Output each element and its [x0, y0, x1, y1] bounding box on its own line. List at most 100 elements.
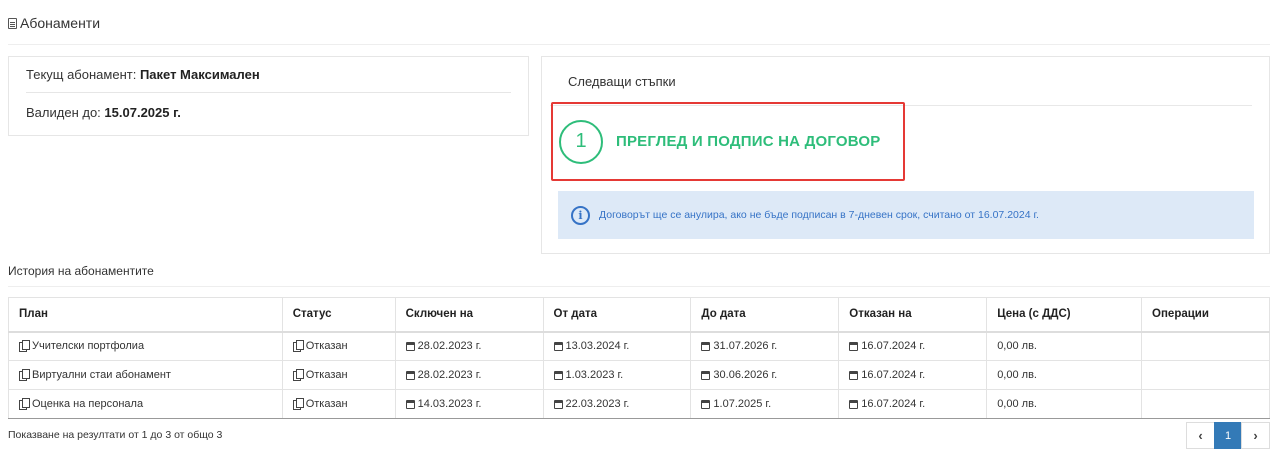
column-header-from[interactable]: От дата [542, 297, 692, 333]
cell-price: 0,00 лв. [986, 360, 1143, 390]
cell-status: Отказан [281, 389, 396, 419]
table-row: Учителски портфолиа Отказан 28.02.2023 г… [8, 331, 1270, 361]
cell-from: 13.03.2024 г. [542, 331, 692, 361]
cell-status: Отказан [281, 360, 396, 390]
current-subscription-panel: Текущ абонамент: Пакет Максимален Валиде… [8, 56, 529, 136]
cell-signed: 14.03.2023 г. [394, 389, 544, 419]
cell-operations [1141, 360, 1270, 390]
copy-icon [19, 398, 30, 410]
step-number-circle: 1 [559, 119, 603, 164]
step-review-sign-contract[interactable]: 1 ПРЕГЛЕД И ПОДПИС НА ДОГОВОР [551, 102, 905, 181]
results-summary: Показване на резултати от 1 до 3 от общо… [8, 429, 223, 441]
cell-signed: 28.02.2023 г. [394, 331, 544, 361]
pagination-page-1[interactable]: 1 [1214, 422, 1242, 449]
copy-icon [19, 340, 30, 353]
cell-plan-text: Учителски портфолиа [32, 340, 145, 353]
column-header-price[interactable]: Цена (с ДДС) [986, 297, 1143, 333]
cell-status: Отказан [281, 331, 396, 361]
cell-to-text: 31.07.2026 г. [713, 340, 778, 353]
valid-until-row: Валиден до: 15.07.2025 г. [26, 105, 181, 120]
cell-operations [1141, 331, 1270, 361]
calendar-icon [701, 342, 711, 352]
cell-cancelled-text: 16.07.2024 г. [861, 340, 926, 353]
history-title: История на абонаментите [8, 264, 154, 278]
calendar-icon [405, 342, 415, 352]
cell-plan-text: Оценка на персонала [32, 398, 144, 410]
cell-status-text: Отказан [305, 340, 348, 353]
cell-status-text: Отказан [305, 369, 348, 381]
copy-icon [292, 398, 304, 410]
cell-cancelled-text: 16.07.2024 г. [861, 369, 926, 381]
table-row: Виртуални стаи абонамент Отказан 28.02.2… [8, 360, 1270, 390]
column-header-cancelled[interactable]: Отказан на [838, 297, 988, 333]
cell-from-text: 1.03.2023 г. [565, 369, 624, 381]
valid-until-label: Валиден до: [26, 105, 101, 120]
cell-from: 22.03.2023 г. [542, 389, 692, 419]
current-plan-label: Текущ абонамент: [26, 67, 137, 82]
column-header-status[interactable]: Статус [281, 297, 396, 333]
info-icon: i [571, 205, 590, 225]
cell-operations [1141, 389, 1270, 419]
current-plan-name: Пакет Максимален [139, 67, 260, 82]
table-header-row: План Статус Сключен на От дата До дата О… [8, 297, 1270, 333]
header-divider [8, 44, 1270, 45]
history-divider [8, 286, 1270, 287]
cell-from-text: 22.03.2023 г. [565, 398, 630, 410]
table-row: Оценка на персонала Отказан 14.03.2023 г… [8, 389, 1270, 419]
cell-signed-text: 14.03.2023 г. [417, 398, 482, 410]
calendar-icon [701, 371, 711, 380]
calendar-icon [553, 371, 563, 380]
step-label: ПРЕГЛЕД И ПОДПИС НА ДОГОВОР [616, 133, 881, 150]
calendar-icon [553, 400, 563, 409]
cell-to: 31.07.2026 г. [690, 331, 840, 361]
calendar-icon [553, 342, 563, 352]
cell-cancelled: 16.07.2024 г. [838, 360, 988, 390]
cell-from: 1.03.2023 г. [542, 360, 692, 390]
cell-to-text: 30.06.2026 г. [713, 369, 778, 381]
pagination: ‹ 1 › [1186, 422, 1270, 449]
next-steps-title: Следващи стъпки [568, 74, 676, 89]
cell-cancelled: 16.07.2024 г. [838, 389, 988, 419]
subscriptions-table: План Статус Сключен на От дата До дата О… [8, 297, 1270, 419]
document-icon [8, 17, 17, 29]
current-divider [26, 92, 511, 93]
column-header-signed[interactable]: Сключен на [394, 297, 544, 333]
calendar-icon [701, 400, 711, 409]
calendar-icon [849, 371, 859, 380]
pagination-prev-button[interactable]: ‹ [1186, 422, 1215, 449]
current-plan-row: Текущ абонамент: Пакет Максимален [26, 67, 260, 82]
calendar-icon [405, 400, 415, 409]
cell-from-text: 13.03.2024 г. [565, 340, 630, 353]
copy-icon [292, 340, 304, 353]
cell-plan: Учителски портфолиа [8, 331, 283, 361]
info-alert-text: Договорът ще се анулира, ако не бъде под… [599, 209, 1039, 221]
cell-to-text: 1.07.2025 г. [713, 398, 772, 410]
cell-to: 1.07.2025 г. [690, 389, 840, 419]
pagination-next-button[interactable]: › [1241, 422, 1270, 449]
column-header-plan[interactable]: План [8, 297, 283, 333]
info-alert: i Договорът ще се анулира, ако не бъде п… [558, 191, 1254, 239]
cell-price: 0,00 лв. [986, 331, 1143, 361]
cell-status-text: Отказан [305, 398, 348, 410]
column-header-to[interactable]: До дата [690, 297, 840, 333]
page-title: Абонаменти [8, 13, 100, 33]
cell-price: 0,00 лв. [986, 389, 1143, 419]
cell-signed-text: 28.02.2023 г. [417, 369, 482, 381]
cell-plan-text: Виртуални стаи абонамент [32, 369, 171, 381]
cell-cancelled-text: 16.07.2024 г. [861, 398, 926, 410]
calendar-icon [849, 342, 859, 352]
cell-signed-text: 28.02.2023 г. [417, 340, 482, 353]
copy-icon [292, 369, 304, 381]
calendar-icon [849, 400, 859, 409]
cell-plan: Оценка на персонала [8, 389, 283, 419]
cell-cancelled: 16.07.2024 г. [838, 331, 988, 361]
cell-plan: Виртуални стаи абонамент [8, 360, 283, 390]
cell-signed: 28.02.2023 г. [394, 360, 544, 390]
column-header-operations: Операции [1141, 297, 1270, 333]
valid-until-date: 15.07.2025 г. [104, 105, 181, 120]
calendar-icon [405, 371, 415, 380]
next-steps-panel: Следващи стъпки 1 ПРЕГЛЕД И ПОДПИС НА ДО… [541, 56, 1270, 254]
page-title-text: Абонаменти [20, 15, 101, 31]
copy-icon [19, 369, 30, 381]
cell-to: 30.06.2026 г. [690, 360, 840, 390]
